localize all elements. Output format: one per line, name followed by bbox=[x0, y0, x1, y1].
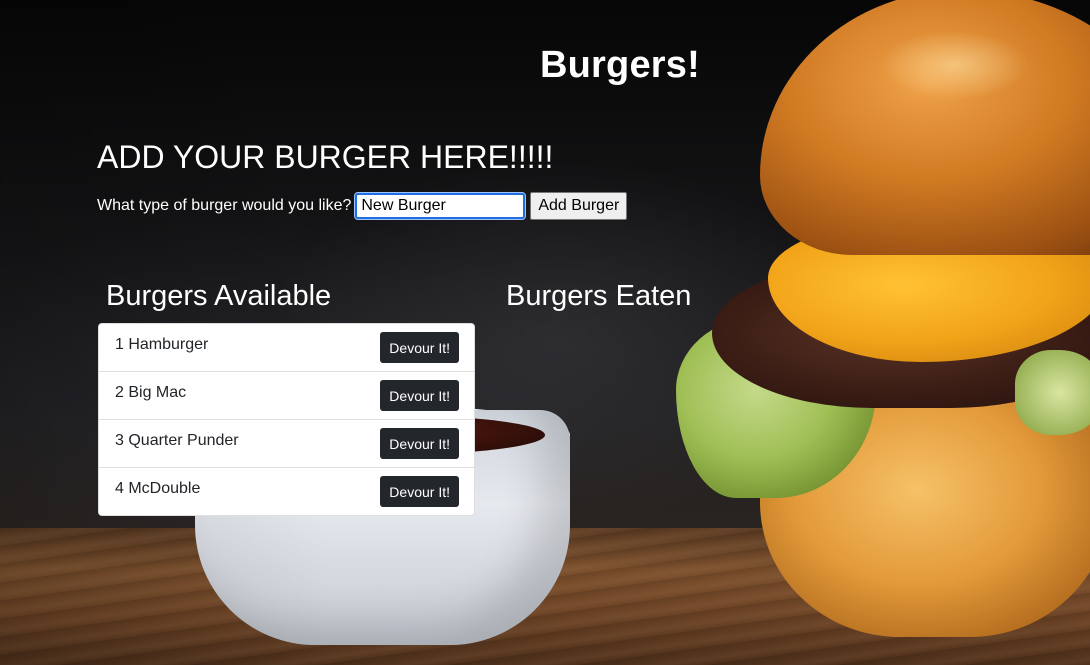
burgers-eaten-heading: Burgers Eaten bbox=[506, 280, 692, 312]
burger-type-label: What type of burger would you like? bbox=[97, 197, 352, 214]
page: Burgers! ADD YOUR BURGER HERE!!!!! What … bbox=[0, 0, 1090, 665]
devour-button[interactable]: Devour It! bbox=[380, 380, 459, 411]
burger-name: 1 Hamburger bbox=[115, 336, 209, 353]
add-burger-form: What type of burger would you like? Add … bbox=[97, 192, 628, 220]
add-burger-button[interactable]: Add Burger bbox=[530, 192, 628, 220]
add-burger-heading: ADD YOUR BURGER HERE!!!!! bbox=[97, 139, 554, 175]
devour-button[interactable]: Devour It! bbox=[380, 428, 459, 459]
burger-name-input[interactable] bbox=[354, 192, 527, 220]
list-item: 3 Quarter Punder Devour It! bbox=[99, 420, 474, 468]
devour-button[interactable]: Devour It! bbox=[380, 332, 459, 363]
page-title: Burgers! bbox=[540, 44, 700, 86]
burgers-available-list: 1 Hamburger Devour It! 2 Big Mac Devour … bbox=[98, 323, 475, 516]
list-item: 4 McDouble Devour It! bbox=[99, 468, 474, 515]
burgers-available-heading: Burgers Available bbox=[106, 280, 332, 312]
burger-name: 3 Quarter Punder bbox=[115, 432, 239, 449]
list-item: 1 Hamburger Devour It! bbox=[99, 324, 474, 372]
list-item: 2 Big Mac Devour It! bbox=[99, 372, 474, 420]
burger-name: 4 McDouble bbox=[115, 480, 201, 497]
devour-button[interactable]: Devour It! bbox=[380, 476, 459, 507]
burger-name: 2 Big Mac bbox=[115, 384, 187, 401]
